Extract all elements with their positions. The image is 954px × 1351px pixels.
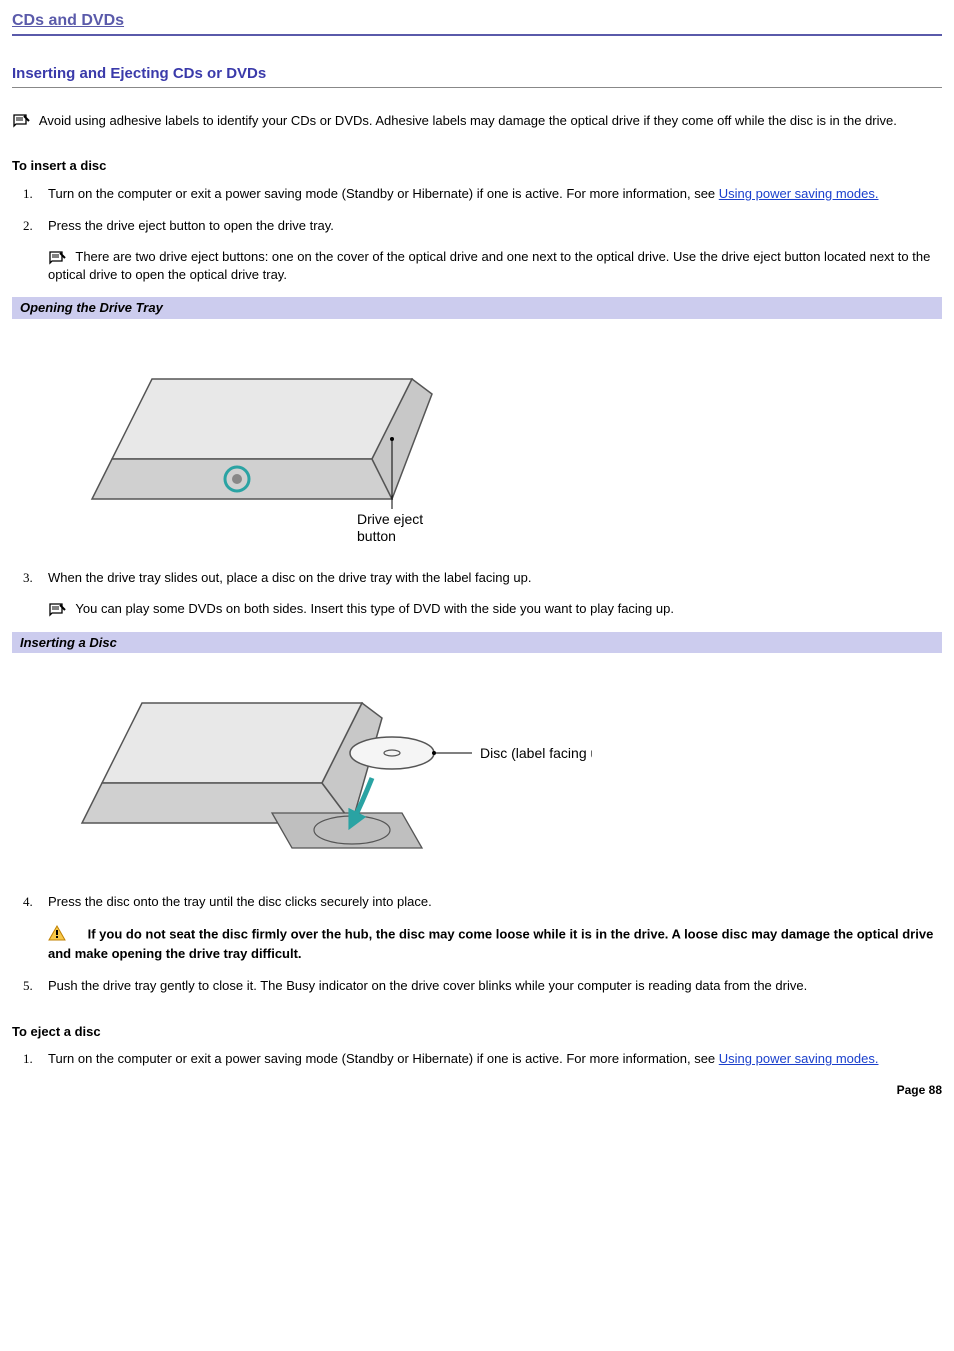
intro-note-text: Avoid using adhesive labels to identify … [39, 113, 897, 128]
insert-step-4: Press the disc onto the tray until the d… [36, 893, 942, 963]
insert-step-5-text: Push the drive tray gently to close it. … [48, 978, 807, 993]
svg-text:button: button [357, 528, 396, 544]
insert-step-1-text: Turn on the computer or exit a power sav… [48, 186, 719, 201]
figure-caption-opening-tray: Opening the Drive Tray [12, 297, 942, 319]
note-icon [48, 602, 68, 618]
fig2-callout-text: Disc (label facing up) [480, 745, 592, 761]
insert-step-3-note: You can play some DVDs on both sides. In… [48, 600, 942, 618]
figure-caption-inserting-disc: Inserting a Disc [12, 632, 942, 654]
section-heading: Inserting and Ejecting CDs or DVDs [12, 64, 942, 88]
insert-step-5: Push the drive tray gently to close it. … [36, 977, 942, 995]
insert-step-4-warning-text: If you do not seat the disc firmly over … [48, 927, 933, 962]
intro-note: Avoid using adhesive labels to identify … [12, 112, 942, 130]
figure-inserting-disc: Disc (label facing up) [72, 673, 942, 873]
insert-heading: To insert a disc [12, 157, 942, 175]
page-number: Page 88 [12, 1082, 942, 1098]
insert-step-3-note-text: You can play some DVDs on both sides. In… [75, 601, 674, 616]
insert-step-2-note: There are two drive eject buttons: one o… [48, 248, 942, 283]
eject-step-1: Turn on the computer or exit a power sav… [36, 1050, 942, 1068]
insert-step-4-warning: If you do not seat the disc firmly over … [48, 925, 942, 963]
link-power-saving-modes-2[interactable]: Using power saving modes. [719, 1051, 879, 1066]
insert-step-3: When the drive tray slides out, place a … [36, 569, 942, 618]
note-icon [12, 113, 32, 129]
eject-step-1-text: Turn on the computer or exit a power sav… [48, 1051, 719, 1066]
insert-step-2-note-text: There are two drive eject buttons: one o… [48, 249, 930, 282]
page-title: CDs and DVDs [12, 10, 942, 36]
note-icon [48, 250, 68, 266]
fig1-callout-text: Drive eject [357, 511, 423, 527]
warning-icon [48, 925, 66, 946]
insert-step-1: Turn on the computer or exit a power sav… [36, 185, 942, 203]
eject-heading: To eject a disc [12, 1023, 942, 1041]
insert-step-2-text: Press the drive eject button to open the… [48, 218, 334, 233]
insert-step-3-text: When the drive tray slides out, place a … [48, 570, 531, 585]
figure-opening-tray: Drive eject button [72, 339, 942, 549]
insert-step-2: Press the drive eject button to open the… [36, 217, 942, 284]
link-power-saving-modes[interactable]: Using power saving modes. [719, 186, 879, 201]
insert-step-4-text: Press the disc onto the tray until the d… [48, 894, 432, 909]
